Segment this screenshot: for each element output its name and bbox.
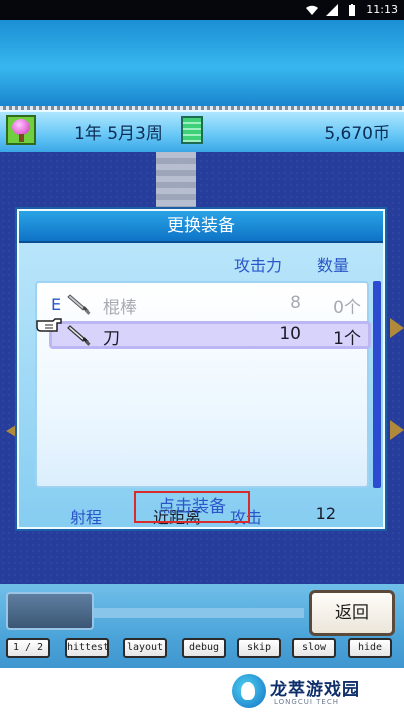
logo-icon bbox=[232, 674, 266, 708]
watermark-title: 龙萃游戏园 bbox=[270, 680, 360, 700]
equip-button[interactable]: 点击装备 bbox=[134, 491, 250, 523]
sword-icon bbox=[67, 294, 91, 315]
pointing-hand-icon bbox=[36, 318, 62, 332]
left-arrow-icon bbox=[6, 425, 16, 437]
wifi-icon bbox=[306, 5, 319, 15]
watermark-subtitle: LONGCUI TECH bbox=[274, 698, 339, 706]
item-quantity: 1个 bbox=[333, 329, 361, 349]
hide-button[interactable]: hide bbox=[348, 638, 392, 658]
stone-pillar bbox=[156, 152, 196, 210]
slow-button[interactable]: slow bbox=[292, 638, 336, 658]
money-display: 5,670币 bbox=[324, 124, 390, 144]
info-bar: 1年 5月3周 5,670币 bbox=[0, 110, 404, 154]
book-icon[interactable] bbox=[181, 116, 203, 144]
debug-button[interactable]: debug bbox=[182, 638, 226, 658]
status-bar: 11:13 bbox=[0, 0, 404, 20]
item-name: 刀 bbox=[103, 329, 120, 349]
debug-toolbar: 1 / 2 hittest layout debug skip slow hid… bbox=[0, 638, 404, 660]
column-quantity-header: 数量 bbox=[317, 256, 350, 275]
skip-button[interactable]: skip bbox=[237, 638, 281, 658]
item-attack: 10 bbox=[279, 324, 301, 344]
dialog-title: 更换装备 bbox=[19, 211, 383, 243]
message-slot bbox=[6, 592, 94, 630]
range-label: 射程 bbox=[70, 508, 103, 527]
layout-button[interactable]: layout bbox=[123, 638, 167, 658]
top-banner bbox=[0, 20, 404, 110]
hittest-button[interactable]: hittest bbox=[65, 638, 109, 658]
item-name: 棍棒 bbox=[103, 298, 137, 318]
attack-value: 12 bbox=[315, 504, 336, 523]
list-scrollbar[interactable] bbox=[373, 281, 381, 488]
right-arrow-icon bbox=[390, 420, 404, 440]
column-attack-header: 攻击力 bbox=[234, 256, 283, 275]
item-attack: 8 bbox=[290, 293, 301, 313]
signal-icon bbox=[326, 3, 339, 16]
equipped-mark: E bbox=[51, 295, 62, 314]
date-display: 1年 5月3周 bbox=[74, 124, 163, 144]
list-item[interactable]: E 棍棒 8 0个 bbox=[37, 289, 367, 319]
equipment-list: E 棍棒 8 0个 刀 10 1个 射程 近距离 攻击 12 bbox=[35, 281, 371, 527]
status-time: 11:13 bbox=[366, 3, 398, 16]
bottom-strip bbox=[94, 608, 304, 618]
tree-icon[interactable] bbox=[6, 115, 36, 145]
battery-icon bbox=[349, 3, 356, 16]
back-button[interactable]: 返回 bbox=[309, 590, 395, 636]
page-button[interactable]: 1 / 2 bbox=[6, 638, 50, 658]
watermark-logo: 龙萃游戏园 LONGCUI TECH bbox=[232, 672, 400, 716]
right-arrow-icon bbox=[390, 318, 404, 338]
list-item[interactable]: 刀 10 1个 bbox=[37, 320, 367, 350]
equip-dialog: 更换装备 攻击力 数量 E 棍棒 8 0个 刀 10 1个 射程 近距离 攻击 … bbox=[17, 209, 385, 529]
item-quantity: 0个 bbox=[333, 298, 361, 318]
sword-icon bbox=[67, 325, 91, 346]
